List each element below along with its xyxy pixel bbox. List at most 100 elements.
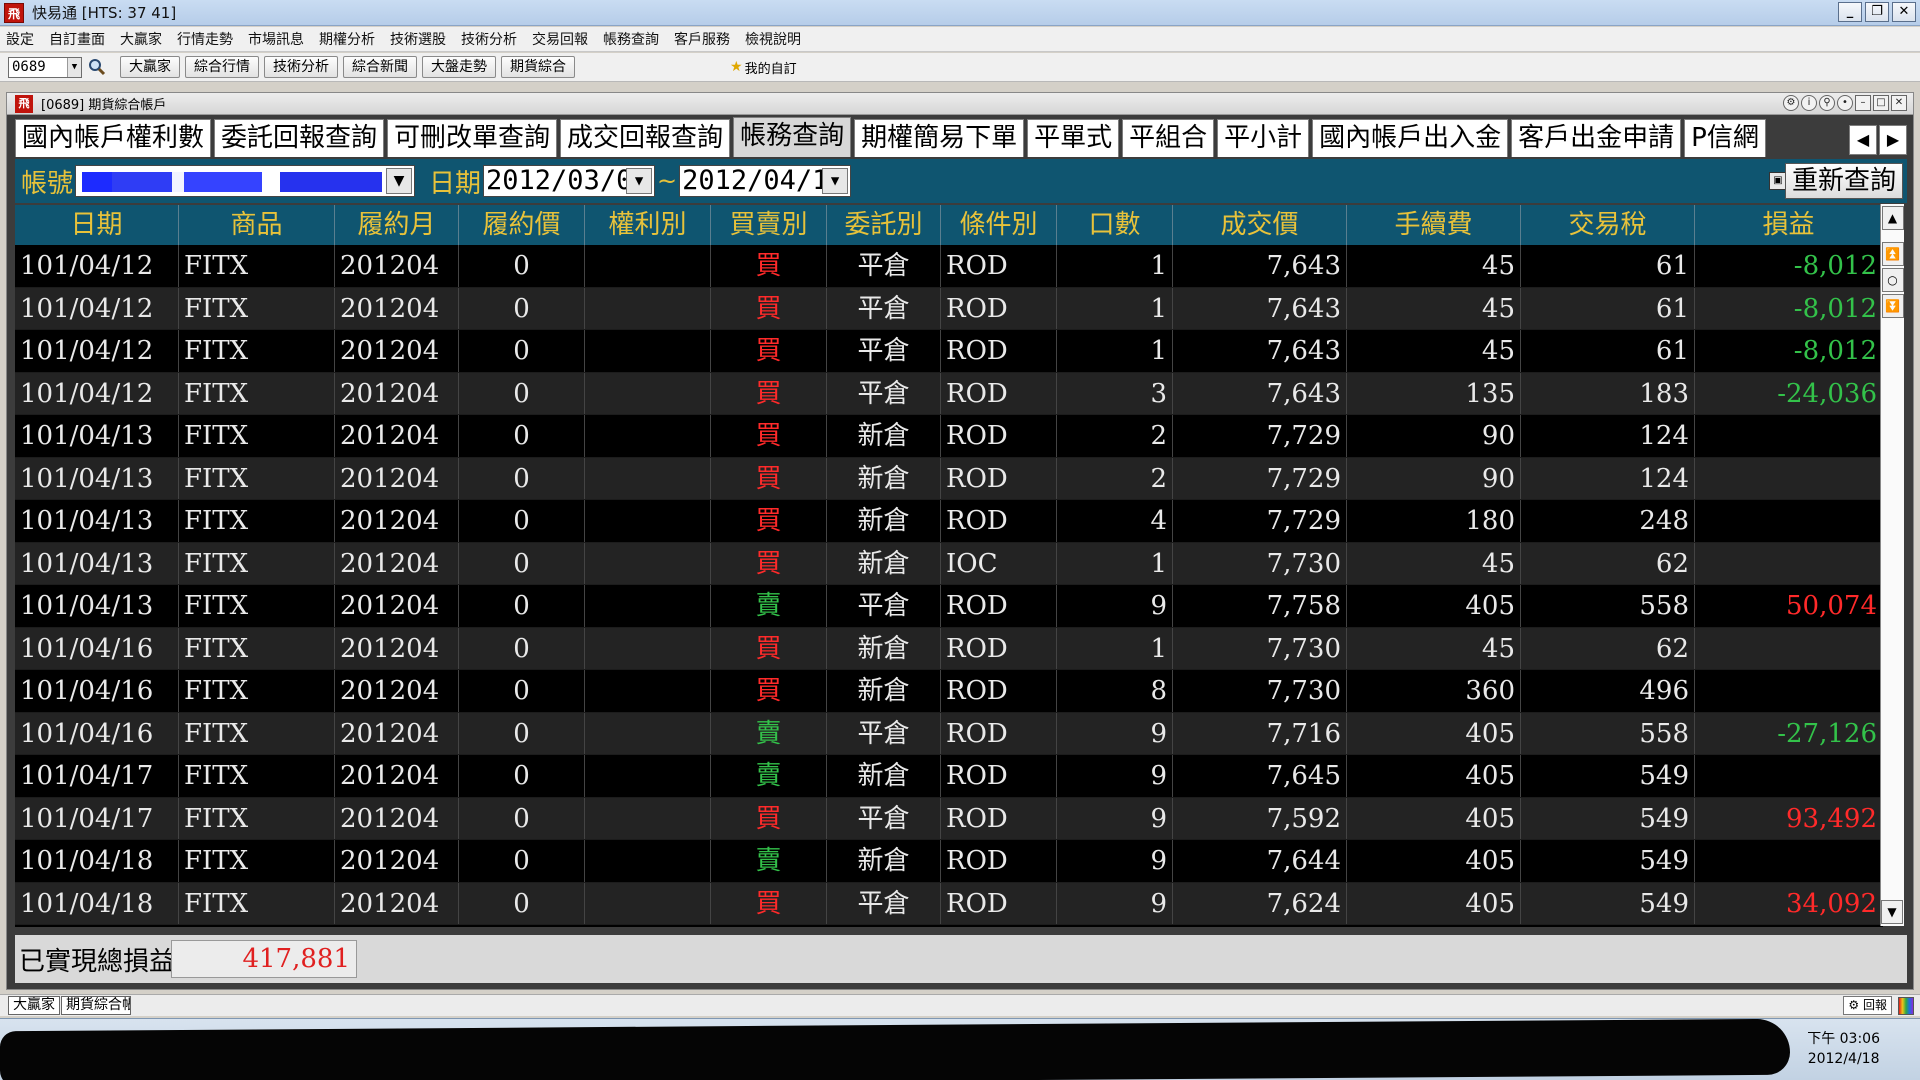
tab-domestic-rights[interactable]: 國內帳戶權利數	[15, 119, 212, 157]
table-row[interactable]: 101/04/16 FITX 201204 0 買新倉 ROD 1 7,730 45 62	[15, 627, 1883, 670]
table-row[interactable]: 101/04/13 FITX 201204 0 賣平倉 ROD 9 7,758 405 558 50…	[15, 585, 1883, 628]
tab-order-report[interactable]: 委託回報查詢	[214, 119, 385, 157]
menu-tech-analysis[interactable]: 技術分析	[461, 29, 517, 49]
header-tax[interactable]: 交易稅	[1521, 205, 1695, 245]
cell-side: 買	[711, 627, 827, 669]
link-icon[interactable]: ⚲	[1819, 95, 1835, 111]
palette-icon[interactable]	[1898, 996, 1914, 1015]
settings-icon[interactable]: ⚙	[1783, 95, 1799, 111]
cell-date: 101/04/17	[15, 797, 179, 839]
header-strike[interactable]: 履約價	[459, 205, 585, 245]
news-button[interactable]: 綜合新聞	[343, 56, 417, 78]
system-clock[interactable]: 下午 03:06 2012/4/18	[1807, 1029, 1880, 1069]
cell-contract-month: 201204	[335, 627, 459, 669]
header-order-type[interactable]: 委託別	[827, 205, 941, 245]
menu-trade-report[interactable]: 交易回報	[532, 29, 588, 49]
maximize-icon[interactable]: □	[1873, 95, 1889, 111]
header-lots[interactable]: 口數	[1057, 205, 1173, 245]
chevron-down-icon[interactable]: ▼	[822, 168, 849, 194]
account-select[interactable]: ▼	[75, 165, 416, 197]
date-from-field[interactable]: 2012/03/0 ▼	[483, 165, 656, 197]
header-fee[interactable]: 手續費	[1347, 205, 1521, 245]
table-row[interactable]: 101/04/13 FITX 201204 0 買新倉 ROD 2 7,729 90 124	[15, 415, 1883, 458]
tab-account-query[interactable]: 帳務查詢	[733, 117, 852, 157]
table-row[interactable]: 101/04/18 FITX 201204 0 買平倉 ROD 9 7,624 405 549 34…	[15, 882, 1883, 925]
header-pnl[interactable]: 損益	[1695, 205, 1883, 245]
strip-futures-account[interactable]: 期貨綜合帳	[61, 996, 131, 1015]
menu-account-query[interactable]: 帳務查詢	[603, 29, 659, 49]
tab-fill-report[interactable]: 成交回報查詢	[560, 119, 731, 157]
table-row[interactable]: 101/04/12 FITX 201204 0 買平倉 ROD 1 7,643 45 61 -8,0…	[15, 287, 1883, 330]
table-row[interactable]: 101/04/13 FITX 201204 0 買新倉 ROD 2 7,729 90 124	[15, 457, 1883, 500]
circle-icon[interactable]: ○	[1881, 268, 1904, 292]
chevron-down-icon[interactable]: ▼	[386, 168, 413, 194]
requery-button[interactable]: 重新查詢	[1784, 163, 1903, 199]
table-row[interactable]: 101/04/13 FITX 201204 0 買新倉 IOC 1 7,730 45 62	[15, 542, 1883, 585]
header-contract-month[interactable]: 履約月	[335, 205, 459, 245]
menu-market-trend[interactable]: 行情走勢	[177, 29, 233, 49]
table-row[interactable]: 101/04/16 FITX 201204 0 賣平倉 ROD 9 7,716 405 558 -2…	[15, 712, 1883, 755]
chevron-left-icon[interactable]: ◀	[1849, 125, 1877, 155]
big-winner-button[interactable]: 大贏家	[120, 56, 180, 78]
header-product[interactable]: 商品	[179, 205, 335, 245]
close-icon[interactable]: ✕	[1891, 95, 1907, 111]
tab-deposit-withdraw[interactable]: 國內帳戶出入金	[1312, 119, 1509, 157]
tab-modifiable-orders[interactable]: 可刪改單查詢	[387, 119, 558, 157]
scroll-bottom-icon[interactable]: ▼	[1881, 900, 1903, 924]
info-icon[interactable]: i	[1801, 95, 1817, 111]
menu-customer-service[interactable]: 客戶服務	[674, 29, 730, 49]
tab-close-subtotal[interactable]: 平小計	[1217, 119, 1310, 157]
date-to-field[interactable]: 2012/04/1 ▼	[679, 165, 852, 197]
cell-product: FITX	[179, 287, 335, 329]
close-icon[interactable]: ✕	[1892, 2, 1916, 22]
table-row[interactable]: 101/04/12 FITX 201204 0 買平倉 ROD 1 7,643 45 61 -8,0…	[15, 245, 1883, 288]
header-side[interactable]: 買賣別	[711, 205, 827, 245]
chevron-down-icon[interactable]: ▼	[626, 168, 653, 194]
cell-price: 7,643	[1173, 287, 1347, 329]
tab-close-single[interactable]: 平單式	[1027, 119, 1120, 157]
table-row[interactable]: 101/04/17 FITX 201204 0 買平倉 ROD 9 7,592 405 549 93…	[15, 797, 1883, 840]
table-scrollbar[interactable]: ▲ ⏫ ○ ⏬ ▼	[1880, 204, 1904, 926]
menu-big-winner[interactable]: 大贏家	[120, 29, 162, 49]
menu-view-help[interactable]: 檢視說明	[745, 29, 801, 49]
header-condition[interactable]: 條件別	[941, 205, 1057, 245]
minimize-icon[interactable]: _	[1838, 2, 1862, 22]
menu-custom-screen[interactable]: 自訂畫面	[49, 29, 105, 49]
minimize-icon[interactable]: –	[1855, 95, 1871, 111]
stock-code-input[interactable]: 0689 ▼	[8, 56, 82, 78]
chevron-down-icon[interactable]: ▼	[67, 57, 81, 77]
cell-pnl	[1695, 500, 1883, 542]
menu-settings[interactable]: 設定	[6, 29, 34, 49]
header-right-type[interactable]: 權利別	[585, 205, 711, 245]
header-date[interactable]: 日期	[15, 205, 179, 245]
menu-market-news[interactable]: 市場訊息	[248, 29, 304, 49]
menu-tech-screening[interactable]: 技術選股	[390, 29, 446, 49]
chevron-right-icon[interactable]: ▶	[1879, 125, 1907, 155]
table-row[interactable]: 101/04/16 FITX 201204 0 買新倉 ROD 8 7,730 360 496	[15, 670, 1883, 713]
restore-icon[interactable]: ❐	[1865, 2, 1889, 22]
tab-credit-net[interactable]: P信網	[1684, 119, 1766, 157]
table-row[interactable]: 101/04/12 FITX 201204 0 買平倉 ROD 3 7,643 135 183 -2…	[15, 372, 1883, 415]
tab-withdraw-request[interactable]: 客戶出金申請	[1511, 119, 1682, 157]
page-up-icon[interactable]: ⏫	[1881, 242, 1904, 266]
favorites-link[interactable]: ★ 我的自訂	[730, 58, 797, 77]
index-trend-button[interactable]: 大盤走勢	[422, 56, 496, 78]
menu-option-analysis[interactable]: 期權分析	[319, 29, 375, 49]
cell-pnl	[1695, 670, 1883, 712]
strip-big-winner[interactable]: 大贏家	[8, 996, 60, 1015]
report-button[interactable]: ⚙ 回報	[1843, 996, 1892, 1015]
table-row[interactable]: 101/04/12 FITX 201204 0 買平倉 ROD 1 7,643 45 61 -8,0…	[15, 330, 1883, 373]
pin-icon[interactable]: •	[1837, 95, 1853, 111]
header-price[interactable]: 成交價	[1173, 205, 1347, 245]
tech-analysis-button[interactable]: 技術分析	[264, 56, 338, 78]
tab-close-combo[interactable]: 平組合	[1122, 119, 1215, 157]
page-down-icon[interactable]: ⏬	[1881, 294, 1904, 318]
table-row[interactable]: 101/04/13 FITX 201204 0 買新倉 ROD 4 7,729 180 248	[15, 500, 1883, 543]
table-row[interactable]: 101/04/17 FITX 201204 0 賣新倉 ROD 9 7,645 405 549	[15, 755, 1883, 798]
tab-simple-order[interactable]: 期權簡易下單	[854, 119, 1025, 157]
market-overview-button[interactable]: 綜合行情	[185, 56, 259, 78]
table-row[interactable]: 101/04/18 FITX 201204 0 賣新倉 ROD 9 7,644 405 549	[15, 840, 1883, 883]
futures-overview-button[interactable]: 期貨綜合	[501, 56, 575, 78]
magnifier-icon[interactable]	[86, 56, 108, 78]
scroll-top-icon[interactable]: ▲	[1881, 206, 1904, 230]
